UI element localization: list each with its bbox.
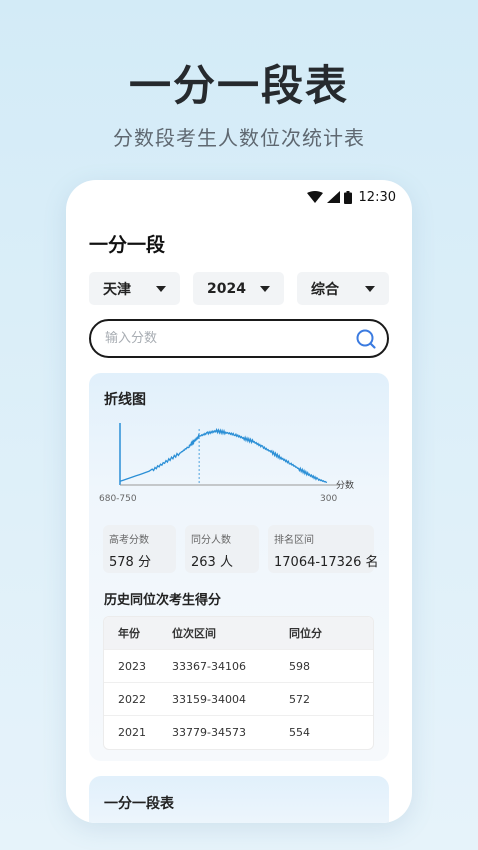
x-start-tick-label: 680-750 xyxy=(99,494,137,504)
line-chart-card: 折线图 680-750 300 分数 高考分数 578 分 同分人数 263 人… xyxy=(89,373,389,761)
stat-score-value: 578 分 xyxy=(109,555,151,570)
cell-equivalent-score: 572 xyxy=(289,692,310,706)
x-end-tick-label: 300 xyxy=(320,494,337,504)
status-time: 12:30 xyxy=(358,189,396,205)
province-dropdown[interactable]: 天津 xyxy=(89,272,180,305)
caret-down-icon xyxy=(260,285,270,292)
promo-title: 一分一段表 xyxy=(128,61,349,110)
cell-rank-range: 33779-34573 xyxy=(172,726,246,739)
stat-score: 高考分数 578 分 xyxy=(103,525,176,573)
table-row[interactable]: 2022 33159-34004 572 xyxy=(104,683,373,716)
battery-icon xyxy=(343,190,352,204)
search-icon[interactable] xyxy=(355,328,377,350)
score-table-title: 一分一段表 xyxy=(104,796,174,812)
column-header-equivalent-score: 同位分 xyxy=(289,627,322,640)
history-title: 历史同位次考生得分 xyxy=(104,593,222,608)
line-chart: 680-750 300 分数 xyxy=(99,423,354,504)
stat-same-score-count: 同分人数 263 人 xyxy=(185,525,259,573)
year-dropdown[interactable]: 2024 xyxy=(193,272,284,305)
cell-year: 2021 xyxy=(118,726,146,739)
score-table-card[interactable]: 一分一段表 xyxy=(89,776,389,823)
cell-year: 2022 xyxy=(118,692,146,706)
stat-same-score-value: 263 人 xyxy=(191,555,233,570)
x-axis-unit-label: 分数 xyxy=(336,479,354,491)
province-dropdown-label: 天津 xyxy=(103,281,131,298)
stat-same-score-label: 同分人数 xyxy=(191,535,231,546)
column-header-year: 年份 xyxy=(118,627,140,640)
subject-dropdown-label: 综合 xyxy=(311,281,339,298)
wifi-icon xyxy=(306,191,323,203)
subject-dropdown[interactable]: 综合 xyxy=(297,272,389,305)
line-chart-title: 折线图 xyxy=(104,392,146,408)
caret-down-icon xyxy=(365,285,375,292)
score-search-input[interactable] xyxy=(105,331,335,346)
phone-screen: 12:30 一分一段 天津 2024 综合 折线图 680-750 300 分数 xyxy=(66,180,412,823)
history-table: 年份 位次区间 同位分 2023 33367-34106 598 2022 33… xyxy=(103,616,374,750)
stat-rank-range: 排名区间 17064-17326 名 xyxy=(268,525,379,573)
page-title: 一分一段 xyxy=(89,234,166,256)
cell-year: 2023 xyxy=(118,659,146,673)
cell-rank-range: 33367-34106 xyxy=(172,659,246,673)
cell-equivalent-score: 598 xyxy=(289,659,310,673)
cell-rank-range: 33159-34004 xyxy=(172,692,246,706)
signal-icon xyxy=(326,191,340,203)
year-dropdown-label: 2024 xyxy=(207,280,246,297)
stat-rank-range-value: 17064-17326 名 xyxy=(274,555,379,570)
table-row[interactable]: 2023 33367-34106 598 xyxy=(104,650,373,683)
caret-down-icon xyxy=(156,285,166,292)
table-row[interactable]: 2021 33779-34573 554 xyxy=(104,716,373,749)
table-header-row: 年份 位次区间 同位分 xyxy=(104,617,373,650)
cell-equivalent-score: 554 xyxy=(289,726,310,739)
promo-subtitle: 分数段考生人数位次统计表 xyxy=(113,126,365,150)
search-bar xyxy=(89,319,389,358)
series-line xyxy=(119,427,328,484)
stat-score-label: 高考分数 xyxy=(109,535,149,546)
status-bar: 12:30 xyxy=(306,188,396,206)
column-header-rank-range: 位次区间 xyxy=(172,627,216,640)
stat-rank-range-label: 排名区间 xyxy=(274,535,314,546)
